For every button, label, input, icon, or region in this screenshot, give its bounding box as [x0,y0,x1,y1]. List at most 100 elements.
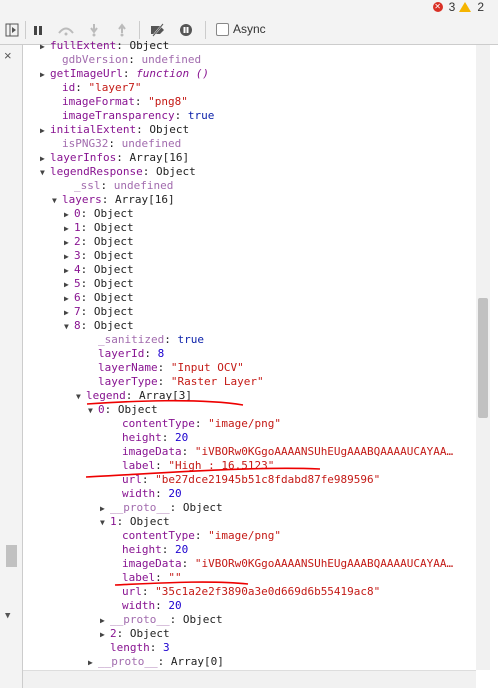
tree-row: _sanitized: true [88,333,204,347]
property-key: width [122,599,156,612]
step-over-button[interactable] [56,20,76,40]
property-key: gdbVersion [62,53,129,66]
expand-arrow-icon[interactable]: ▶ [100,502,110,516]
key-separator: : [164,333,178,346]
property-value: Object [93,221,134,234]
error-icon: ✕ [432,2,443,12]
property-value: Object [129,515,170,528]
expand-arrow-icon[interactable]: ▶ [40,68,50,82]
pause-on-exceptions-button[interactable] [176,20,196,40]
tree-row[interactable]: ▼ 0: Object [88,403,158,417]
step-into-button[interactable] [84,20,104,40]
expand-arrow-icon[interactable]: ▶ [40,124,50,138]
key-separator: : [116,151,130,164]
tree-row[interactable]: ▶ __proto__: Object [100,501,223,515]
key-separator: : [169,613,183,626]
async-toggle[interactable]: Async [216,22,266,36]
property-value: "35c1a2e2f3890a3e0d669d6b55419ac8" [155,585,381,598]
tree-row[interactable]: ▶ 4: Object [64,263,134,277]
property-value: "be27dce21945b51c8fdabd87fe989596" [155,473,381,486]
toolbar-separator [139,21,140,39]
tree-row: layerType: "Raster Layer" [88,375,264,389]
tree-row[interactable]: ▶ layerInfos: Array[16] [40,151,189,165]
property-key: legend [86,389,126,402]
property-value: 8 [157,347,165,360]
collapse-arrow-icon[interactable]: ▼ [76,390,86,404]
pause-icon [34,26,42,35]
status-bar: ✕ 3 2 [0,0,498,16]
expand-arrow-icon[interactable]: ▶ [64,292,74,306]
collapse-arrow-icon[interactable]: ▼ [52,194,62,208]
expand-arrow-icon[interactable]: ▶ [64,208,74,222]
property-value: "layer7" [88,81,142,94]
pause-on-exception-icon [180,24,192,36]
console-badges[interactable]: ✕ 3 2 [432,0,484,14]
property-key: _ssl [74,179,101,192]
vertical-scrollbar[interactable] [476,45,490,670]
expand-arrow-icon[interactable]: ▶ [100,614,110,628]
deactivate-breakpoints-button[interactable] [148,20,168,40]
tree-row[interactable]: ▶ getImageUrl: function () [40,67,209,81]
tree-row[interactable]: ▼ 8: Object [64,319,134,333]
property-value: true [187,109,215,122]
property-key: url [122,585,142,598]
tree-row: isPNG32: undefined [52,137,181,151]
key-separator: : [157,361,171,374]
expand-arrow-icon[interactable]: ▶ [40,40,50,54]
horizontal-scrollbar[interactable] [23,670,476,688]
toggle-sidebar-button[interactable] [2,20,22,40]
property-value: Object [93,249,134,262]
collapse-arrow-icon[interactable]: ▼ [88,404,98,418]
vertical-scrollbar-thumb[interactable] [478,298,488,418]
property-key: __proto__ [98,655,158,668]
async-checkbox[interactable] [216,22,229,36]
property-key: isPNG32 [62,137,109,150]
tree-row[interactable]: ▶ 3: Object [64,249,134,263]
expand-arrow-icon[interactable]: ▶ [64,250,74,264]
collapse-arrow-icon[interactable]: ▼ [64,320,74,334]
key-separator: : [157,655,171,668]
tree-row[interactable]: ▶ __proto__: Array[0] [88,655,224,669]
tree-row[interactable]: ▼ legendResponse: Object [40,165,196,179]
property-key: layerInfos [50,151,117,164]
tree-row[interactable]: ▶ initialExtent: Object [40,123,189,137]
pause-button[interactable] [28,20,48,40]
property-key: __proto__ [110,501,170,514]
tree-row[interactable]: ▶ 2: Object [64,235,134,249]
left-scrollbar-thumb[interactable] [6,545,17,567]
expand-arrow-icon[interactable]: ▶ [64,236,74,250]
tree-row[interactable]: ▶ 5: Object [64,277,134,291]
expand-arrow-icon[interactable]: ▶ [64,306,74,320]
step-out-button[interactable] [112,20,132,40]
property-key: layers [62,193,102,206]
property-key: contentType [122,529,195,542]
tree-row[interactable]: ▼ legend: Array[3] [76,389,192,403]
tree-row[interactable]: ▶ 1: Object [64,221,134,235]
tree-row[interactable]: ▶ 0: Object [64,207,134,221]
collapse-arrow-icon[interactable]: ▼ [100,516,110,530]
key-separator: : [181,445,195,458]
expand-arrow-icon[interactable]: ▶ [40,152,50,166]
tree-row[interactable]: ▶ 6: Object [64,291,134,305]
tree-row[interactable]: ▶ fullExtent: Object [40,39,169,53]
expand-arrow-icon[interactable]: ▶ [64,222,74,236]
property-value: Array[16] [129,151,190,164]
expand-arrow-icon[interactable]: ▶ [64,278,74,292]
collapse-arrow-icon[interactable]: ▼ [40,166,50,180]
panel-toggle-icon [5,23,19,37]
tree-row[interactable]: ▼ layers: Array[16] [52,193,175,207]
scroll-down-icon[interactable]: ▼ [5,611,10,621]
toolbar-separator [25,21,26,39]
expand-arrow-icon[interactable]: ▶ [88,656,98,670]
expand-arrow-icon[interactable]: ▶ [64,264,74,278]
tree-row[interactable]: ▶ __proto__: Object [100,613,223,627]
tree-row[interactable]: ▶ 2: Object [100,627,170,641]
property-value: Object [129,627,170,640]
tree-row: label: "High : 16.5123" [112,459,274,473]
key-separator: : [100,179,114,192]
expand-arrow-icon[interactable]: ▶ [100,628,110,642]
tree-row[interactable]: ▶ 7: Object [64,305,134,319]
tree-row[interactable]: ▼ 1: Object [100,515,170,529]
tree-row: imageFormat: "png8" [52,95,188,109]
close-icon[interactable]: × [4,48,12,63]
